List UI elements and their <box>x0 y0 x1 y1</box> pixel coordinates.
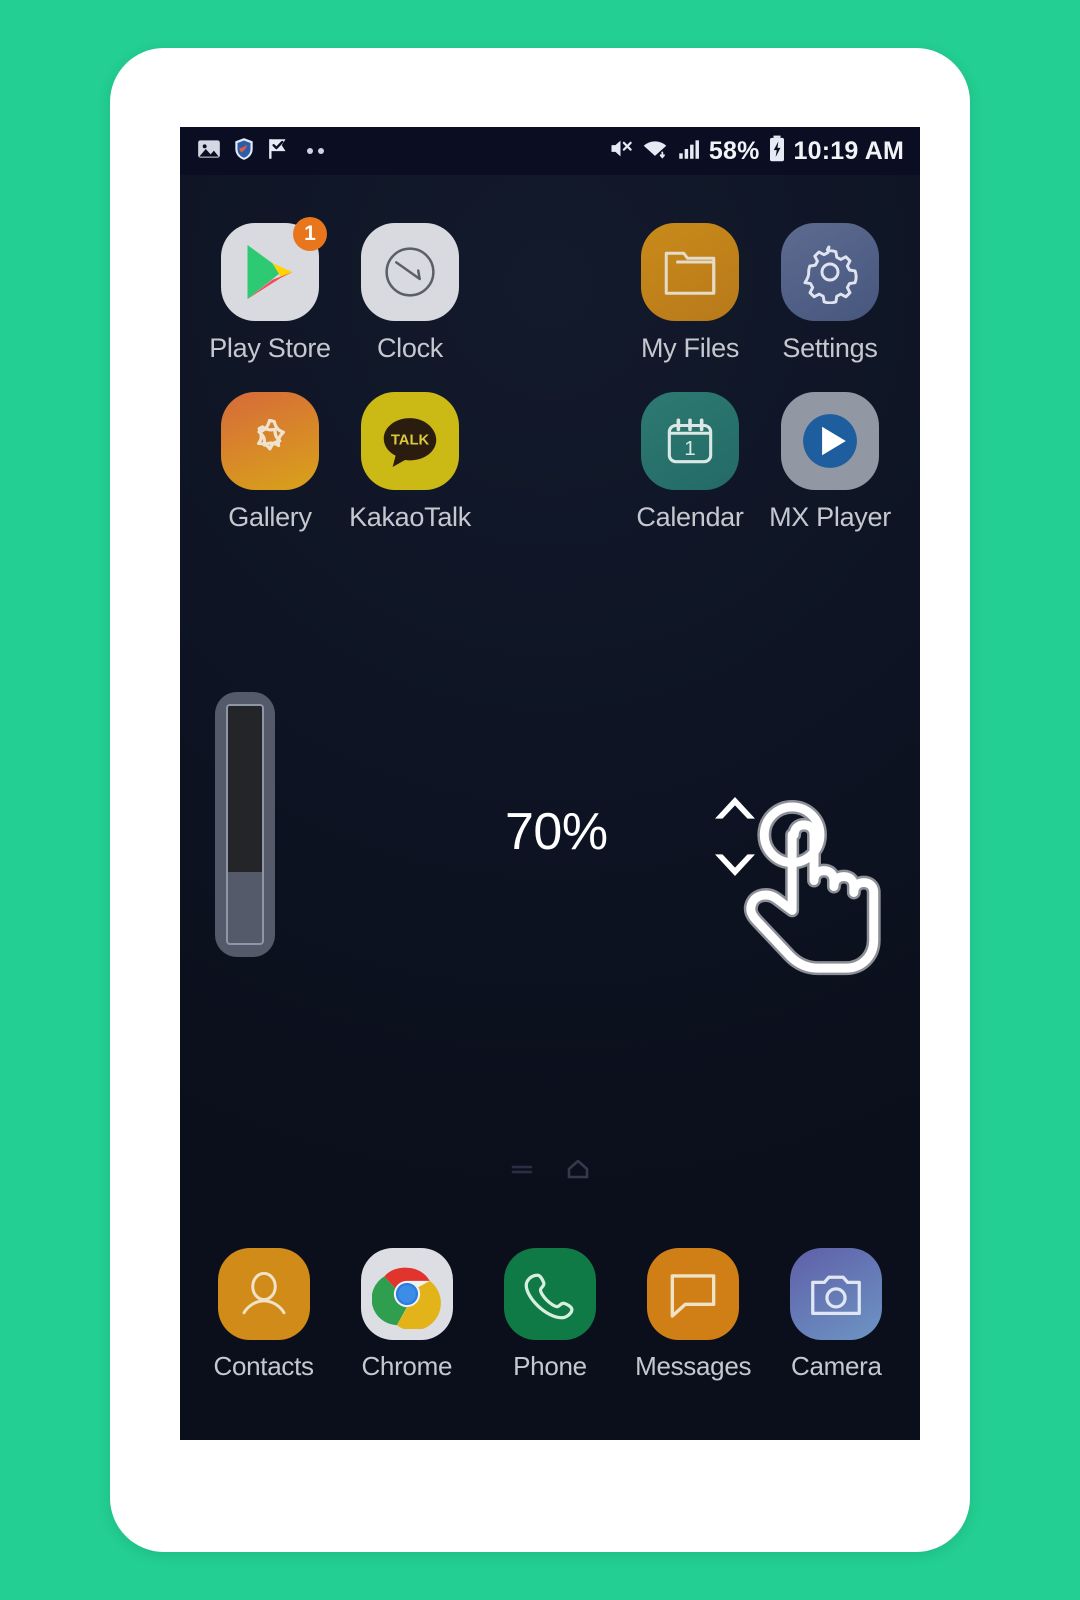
page-dot-apps-icon[interactable] <box>509 1159 535 1184</box>
dock-label: Camera <box>791 1351 882 1381</box>
phone-screen: 58% 10:19 AM 1 Play Store Clock My Files… <box>180 127 920 1440</box>
page-indicator <box>180 1157 920 1186</box>
slider-track[interactable] <box>226 704 264 945</box>
dock-item-messages[interactable]: Messages <box>622 1248 765 1382</box>
battery-percent: 58% <box>708 136 760 165</box>
app-row-1: 1 Play Store Clock My Files Settings <box>180 217 920 364</box>
dock-label: Contacts <box>213 1351 314 1381</box>
status-bar-clock: 10:19 AM <box>793 136 904 165</box>
app-label: Settings <box>782 333 878 363</box>
clock-icon <box>361 223 459 321</box>
status-bar: 58% 10:19 AM <box>180 127 920 175</box>
app-mx-player[interactable]: MX Player <box>760 392 900 533</box>
play-store-badge: 1 <box>293 217 327 251</box>
dock-label: Phone <box>513 1351 587 1381</box>
app-grid: 1 Play Store Clock My Files Settings Gal… <box>180 217 920 561</box>
flag-check-icon <box>266 136 292 167</box>
photo-icon <box>196 136 222 167</box>
app-label: Play Store <box>209 333 331 363</box>
app-label: KakaoTalk <box>349 502 471 532</box>
dock-label: Chrome <box>361 1351 453 1381</box>
message-bubble-icon <box>647 1248 740 1340</box>
app-gallery[interactable]: Gallery <box>200 392 340 533</box>
flower-icon <box>221 392 319 490</box>
more-notifications-icon <box>307 148 324 154</box>
svg-text:1: 1 <box>684 437 696 460</box>
dock-item-phone[interactable]: Phone <box>478 1248 621 1382</box>
talk-bubble-icon: TALK <box>361 392 459 490</box>
phone-handset-icon <box>503 1248 596 1340</box>
app-slot-empty-2 <box>480 392 620 533</box>
dock-label: Messages <box>635 1351 752 1381</box>
play-store-icon: 1 <box>221 217 327 321</box>
app-kakaotalk[interactable]: TALK KakaoTalk <box>340 392 480 533</box>
app-calendar[interactable]: 1 Calendar <box>620 392 760 533</box>
app-row-2: Gallery TALK KakaoTalk 1 Calendar MX Pla… <box>180 392 920 533</box>
app-my-files[interactable]: My Files <box>620 223 760 364</box>
app-label: Calendar <box>636 502 744 532</box>
mute-icon <box>607 135 634 167</box>
play-circle-icon <box>781 392 879 490</box>
percent-label: 70% <box>505 803 608 861</box>
gear-icon <box>781 223 879 321</box>
dock-item-contacts[interactable]: Contacts <box>192 1248 335 1382</box>
camera-icon <box>790 1248 883 1340</box>
calendar-icon: 1 <box>641 392 739 490</box>
hand-tap-cursor-icon <box>740 795 900 990</box>
chrome-icon <box>360 1248 453 1340</box>
dock-item-camera[interactable]: Camera <box>765 1248 908 1382</box>
page-dot-home-icon[interactable] <box>565 1157 591 1186</box>
shield-icon <box>231 136 257 167</box>
vertical-slider[interactable] <box>215 692 275 957</box>
signal-icon <box>676 136 702 167</box>
app-label: My Files <box>640 333 740 363</box>
app-slot-empty-1 <box>480 223 620 364</box>
app-label: MX Player <box>769 502 891 532</box>
app-label: Gallery <box>228 502 312 532</box>
app-label: Clock <box>376 333 443 363</box>
app-play-store[interactable]: 1 Play Store <box>200 217 340 364</box>
slider-fill <box>228 706 262 872</box>
dock-item-chrome[interactable]: Chrome <box>335 1248 478 1382</box>
svg-text:TALK: TALK <box>391 432 430 448</box>
dock: Contacts Chrome Phone Messages Camera <box>180 1248 920 1382</box>
person-icon <box>217 1248 310 1340</box>
app-clock[interactable]: Clock <box>340 223 480 364</box>
status-bar-left-icons <box>196 136 324 167</box>
status-bar-right-icons: 58% 10:19 AM <box>607 135 904 168</box>
app-settings[interactable]: Settings <box>760 223 900 364</box>
battery-charging-icon <box>767 135 787 168</box>
wifi-icon <box>641 135 669 167</box>
folder-icon <box>641 223 739 321</box>
